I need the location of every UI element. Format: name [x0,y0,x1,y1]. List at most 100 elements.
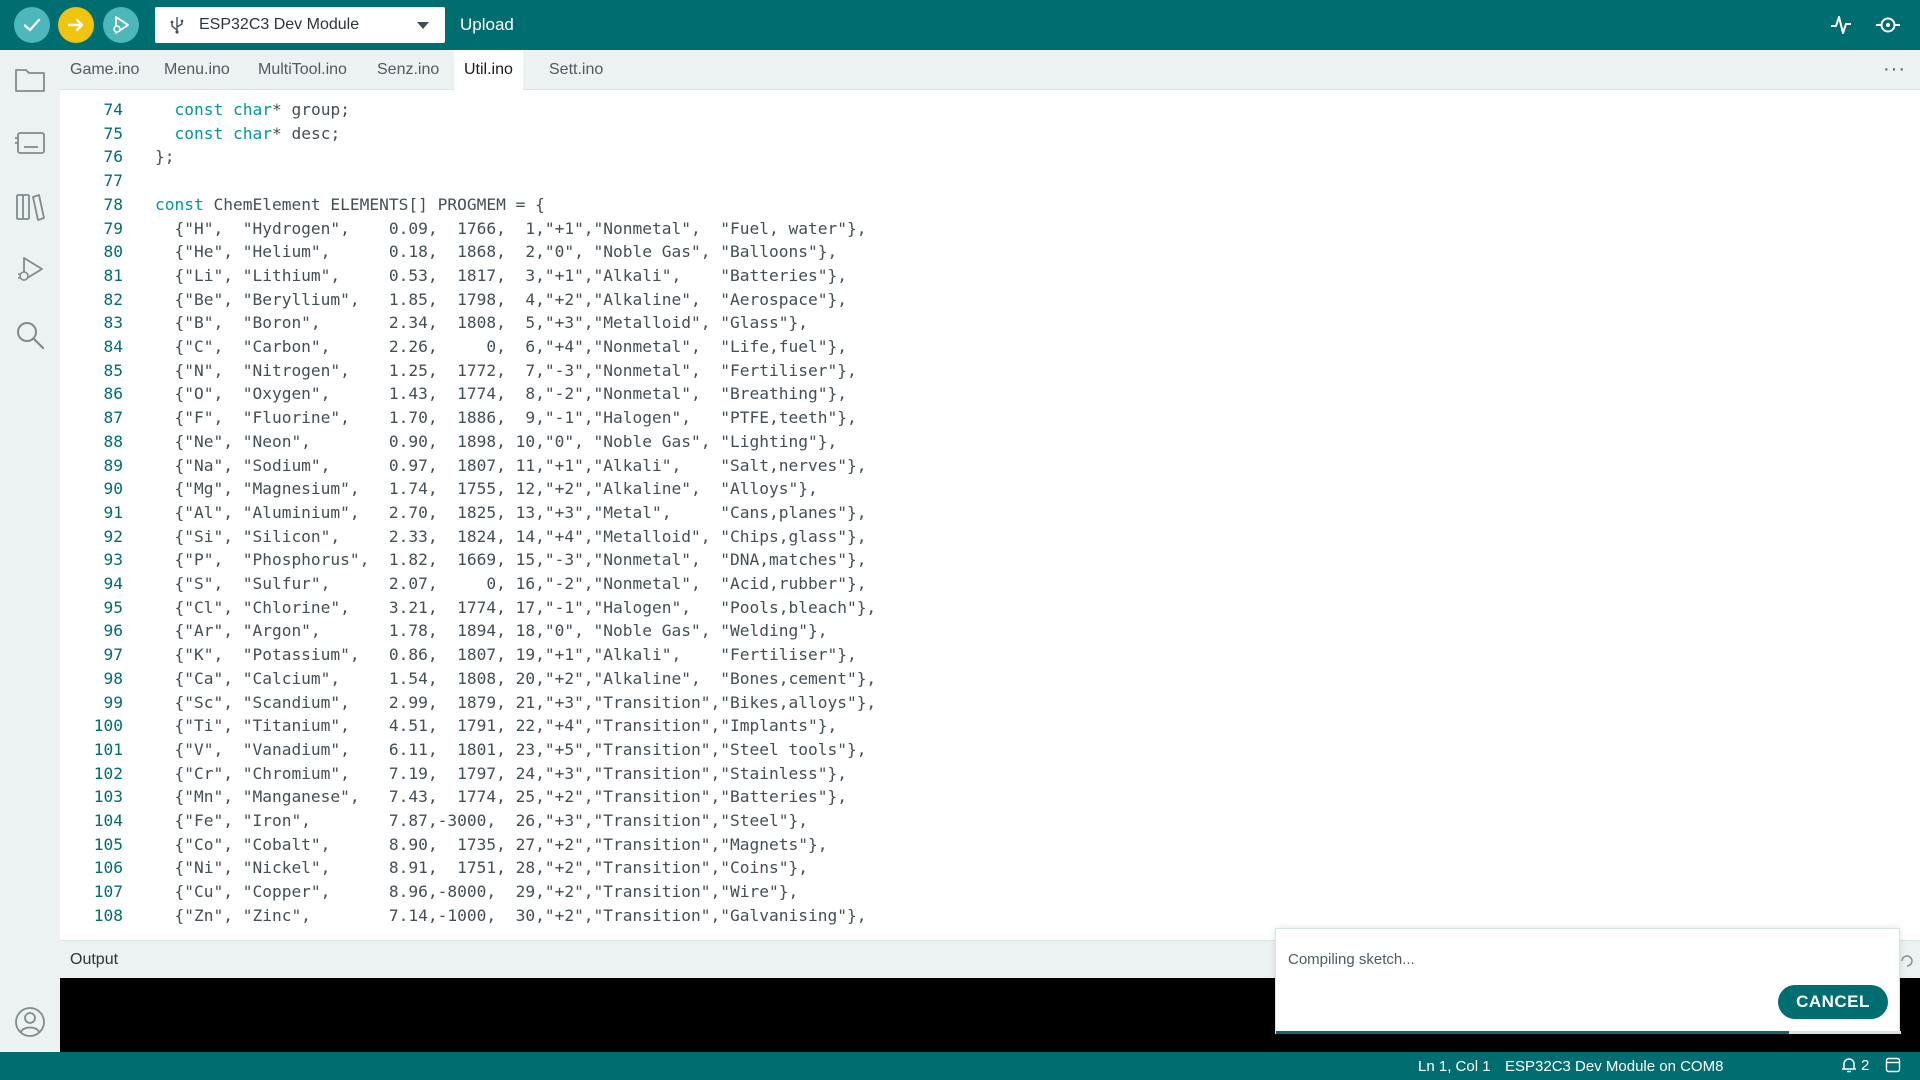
code-text: {"Cl", "Chlorine", 3.21, 1774, 17,"-1","… [155,597,877,617]
code-line[interactable]: 85 {"N", "Nitrogen", 1.25, 1772, 7,"-3",… [60,359,1900,383]
line-number: 104 [93,811,123,830]
line-number: 106 [93,858,123,878]
code-text: const char* desc; [174,123,341,143]
close-icon[interactable] [1885,1057,1901,1073]
code-line[interactable]: 77 [60,169,1900,193]
usb-icon [170,17,184,34]
code-line[interactable]: 81 {"Li", "Lithium", 0.53, 1817, 3,"+1",… [60,264,1900,288]
code-line[interactable]: 75 const char* desc; [60,122,1900,146]
code-line[interactable]: 101 {"V", "Vanadium", 6.11, 1801, 23,"+5… [60,738,1900,762]
tab-util[interactable]: Util.ino [454,50,523,91]
cancel-button[interactable]: CANCEL [1778,985,1888,1019]
code-line[interactable]: 76}; [60,145,1900,169]
code-text: {"He", "Helium", 0.18, 1868, 2,"0", "Nob… [155,242,838,262]
code-line[interactable]: 82 {"Be", "Beryllium", 1.85, 1798, 4,"+2… [60,288,1900,312]
profile-button[interactable] [12,1004,48,1040]
code-line[interactable]: 91 {"Al", "Aluminium", 2.70, 1825, 13,"+… [60,501,1900,525]
code-text: {"F", "Fluorine", 1.70, 1886, 9,"-1","Ha… [155,408,857,428]
boards-manager-button[interactable] [12,125,48,161]
code-line[interactable]: 103 {"Mn", "Manganese", 7.43, 1774, 25,"… [60,785,1900,809]
progress-notification: Compiling sketch... CANCEL [1275,928,1901,1034]
code-line[interactable]: 102 {"Cr", "Chromium", 7.19, 1797, 24,"+… [60,762,1900,786]
code-line[interactable]: 88 {"Ne", "Neon", 0.90, 1898, 10,"0", "N… [60,430,1900,454]
code-line[interactable]: 79 {"H", "Hydrogen", 0.09, 1766, 1,"+1",… [60,217,1900,241]
serial-monitor-button[interactable] [1873,10,1903,40]
code-text: {"P", "Phosphorus", 1.82, 1669, 15,"-3",… [155,550,867,570]
tab-multitool[interactable]: MultiTool.ino [248,50,357,90]
tab-menu[interactable]: Menu.ino [154,50,240,90]
line-number: 78 [103,194,124,214]
sketchbook-button[interactable] [12,62,48,98]
code-line[interactable]: 94 {"S", "Sulfur", 2.07, 0, 16,"-2","Non… [60,572,1900,596]
tab-sett[interactable]: Sett.ino [539,50,613,90]
code-text: {"N", "Nitrogen", 1.25, 1772, 7,"-3","No… [155,360,857,380]
serial-plotter-button[interactable] [1826,10,1856,40]
line-number: 92 [103,526,124,546]
code-line[interactable]: 96 {"Ar", "Argon", 1.78, 1894, 18,"0", "… [60,619,1900,643]
tab-senz[interactable]: Senz.ino [367,50,449,90]
upload-button[interactable] [58,7,94,43]
code-line[interactable]: 105 {"Co", "Cobalt", 8.90, 1735, 27,"+2"… [60,833,1900,857]
code-line[interactable]: 84 {"C", "Carbon", 2.26, 0, 6,"+4","Nonm… [60,335,1900,359]
code-text: const ChemElement ELEMENTS[] PROGMEM = { [155,194,545,214]
code-text: {"V", "Vanadium", 6.11, 1801, 23,"+5","T… [155,739,867,759]
line-number: 108 [93,905,123,925]
account-icon [15,1007,45,1037]
code-line[interactable]: 90 {"Mg", "Magnesium", 1.74, 1755, 12,"+… [60,477,1900,501]
upload-label: Upload [460,15,514,34]
search-button[interactable] [12,317,48,353]
code-text: {"O", "Oxygen", 1.43, 1774, 8,"-2","Nonm… [155,384,847,404]
code-line[interactable]: 78 const ChemElement ELEMENTS[] PROGMEM =… [60,193,1900,217]
code-text: {"Na", "Sodium", 0.97, 1807, 11,"+1","Al… [155,455,867,475]
code-line[interactable]: 89 {"Na", "Sodium", 0.97, 1807, 11,"+1",… [60,454,1900,478]
code-line[interactable]: 108 {"Zn", "Zinc", 7.14,-1000, 30,"+2","… [60,904,1900,928]
editor-scrollbar[interactable] [1906,90,1920,940]
code-line[interactable]: 83 {"B", "Boron", 2.34, 1808, 5,"+3","Me… [60,311,1900,335]
serial-plotter-icon [1831,16,1851,34]
line-number: 84 [103,337,124,356]
debug-play-icon [113,16,129,34]
code-line[interactable]: 95 {"Cl", "Chlorine", 3.21, 1774, 17,"-1… [60,596,1900,620]
code-text: {"C", "Carbon", 2.26, 0, 6,"+4","Nonmeta… [155,337,847,356]
more-options-icon[interactable]: ··· [1883,58,1906,81]
bell-icon [1842,1058,1856,1073]
verify-button[interactable] [14,7,50,43]
line-number: 93 [103,550,124,570]
code-line[interactable]: 74 const char* group; [60,98,1900,122]
code-text: {"Ca", "Calcium", 1.54, 1808, 20,"+2","A… [155,668,877,688]
debug-panel-button[interactable] [12,252,48,288]
code-editor[interactable]: 74 const char* group; 75 const char* desc… [60,90,1920,940]
code-line[interactable]: 99 {"Sc", "Scandium", 2.99, 1879, 21,"+3… [60,691,1900,715]
code-text: }; [155,147,175,167]
code-text: {"Ti", "Titanium", 4.51, 1791, 22,"+4","… [155,716,838,736]
line-number: 91 [103,502,124,522]
code-text: {"Ni", "Nickel", 8.91, 1751, 28,"+2","Tr… [155,858,808,878]
debug-icon [18,257,43,281]
code-line[interactable]: 104 {"Fe", "Iron", 7.87,-3000, 26,"+3","… [60,809,1900,833]
code-text: {"Sc", "Scandium", 2.99, 1879, 21,"+3","… [155,692,877,712]
line-number: 107 [93,882,123,902]
line-number: 82 [103,289,124,309]
tab-game[interactable]: Game.ino [60,50,149,90]
debug-button[interactable] [103,7,139,43]
library-manager-button[interactable] [12,189,48,225]
code-line[interactable]: 98 {"Ca", "Calcium", 1.54, 1808, 20,"+2"… [60,667,1900,691]
code-line[interactable]: 93 {"P", "Phosphorus", 1.82, 1669, 15,"-… [60,548,1900,572]
code-text: {"Si", "Silicon", 2.33, 1824, 14,"+4","M… [155,526,867,546]
folder-icon [15,69,45,92]
code-line[interactable]: 80 {"He", "Helium", 0.18, 1868, 2,"0", "… [60,240,1900,264]
code-line[interactable]: 92 {"Si", "Silicon", 2.33, 1824, 14,"+4"… [60,525,1900,549]
code-line[interactable]: 100 {"Ti", "Titanium", 4.51, 1791, 22,"+… [60,714,1900,738]
line-number: 87 [103,408,124,428]
code-line[interactable]: 87 {"F", "Fluorine", 1.70, 1886, 9,"-1",… [60,406,1900,430]
code-text: {"Al", "Aluminium", 2.70, 1825, 13,"+3",… [155,502,867,522]
notifications-button[interactable]: 2 [1840,1056,1869,1074]
code-line[interactable]: 107 {"Cu", "Copper", 8.96,-8000, 29,"+2"… [60,880,1900,904]
file-tabs: Game.ino Menu.ino MultiTool.ino Senz.ino… [60,50,1920,91]
board-selector[interactable]: ESP32C3 Dev Module [155,7,445,43]
code-line[interactable]: 86 {"O", "Oxygen", 1.43, 1774, 8,"-2","N… [60,382,1900,406]
code-line[interactable]: 97 {"K", "Potassium", 0.86, 1807, 19,"+1… [60,643,1900,667]
code-line[interactable]: 106 {"Ni", "Nickel", 8.91, 1751, 28,"+2"… [60,856,1900,880]
library-manager-icon [16,194,45,221]
output-toolbar-icon[interactable] [1900,954,1914,968]
